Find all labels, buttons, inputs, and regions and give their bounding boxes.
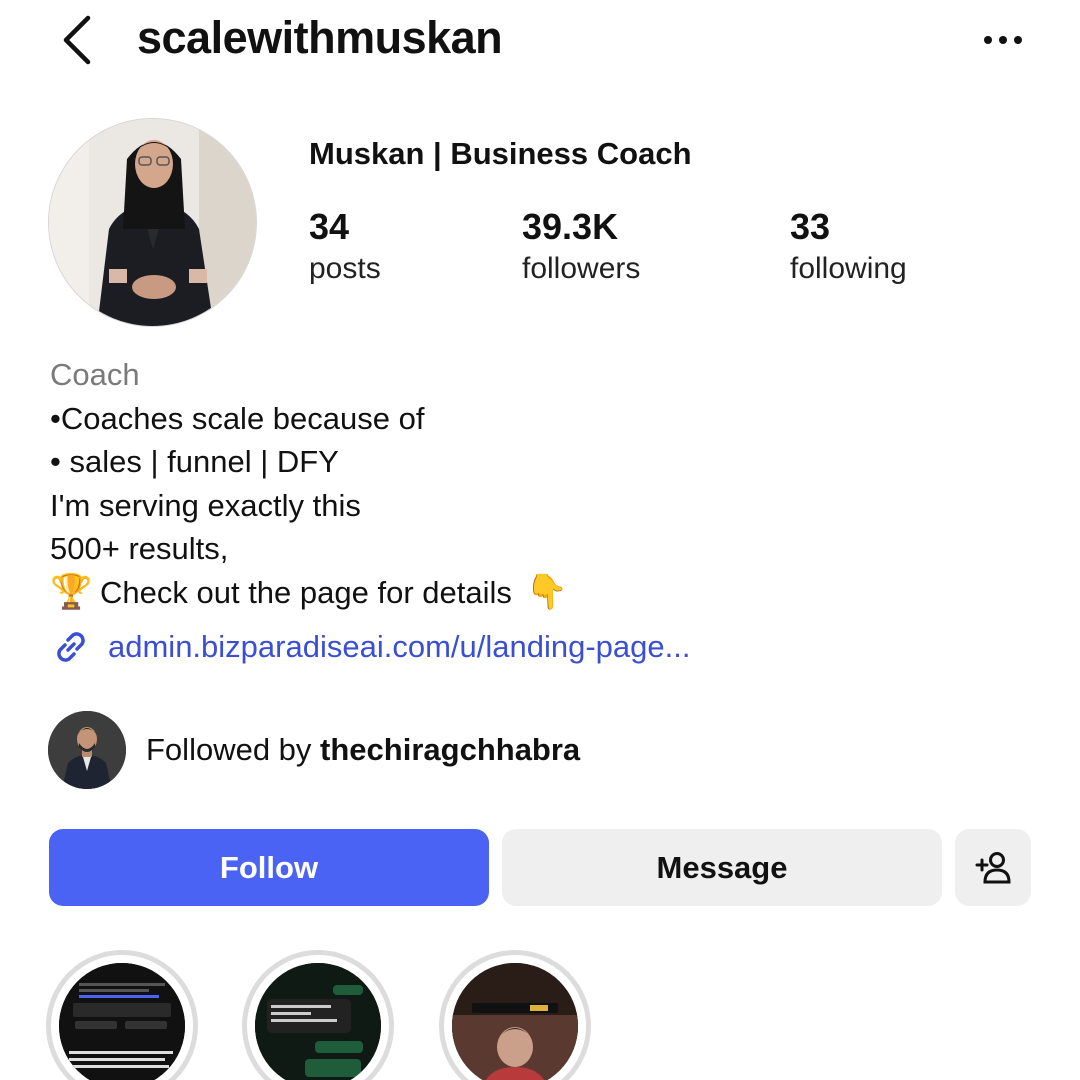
story-highlight[interactable] <box>242 950 394 1080</box>
profile-username: scalewithmuskan <box>137 12 503 63</box>
stat-following[interactable]: 33 following <box>790 205 907 289</box>
link-icon <box>57 632 85 662</box>
profile-avatar[interactable] <box>48 118 257 327</box>
profile-photo <box>49 119 256 326</box>
story-highlight-thumbnail <box>452 963 578 1080</box>
followed-by-username[interactable]: thechiragchhabra <box>320 732 580 767</box>
profile-header: scalewithmuskan <box>0 0 1080 82</box>
followed-by-photo <box>48 711 126 789</box>
highlight-photo-image <box>452 963 578 1080</box>
pointing-down-icon: 👇 <box>525 572 569 611</box>
more-horizontal-icon <box>984 36 1022 44</box>
highlight-screenshot-image <box>59 963 185 1080</box>
stat-followers-count: 39.3K <box>522 206 619 247</box>
story-highlight[interactable] <box>46 950 198 1080</box>
stat-posts-count: 34 <box>309 206 350 247</box>
stat-following-count: 33 <box>790 206 831 247</box>
bio-link-text: admin.bizparadiseai.com/u/landing-page..… <box>108 629 691 664</box>
bio-line: I'm serving exactly this <box>50 487 361 523</box>
trophy-icon: 🏆 <box>50 572 93 611</box>
highlight-chat-image <box>255 963 381 1080</box>
story-highlight-thumbnail <box>59 963 185 1080</box>
followed-by-prefix: Followed by <box>146 732 312 767</box>
back-button[interactable] <box>56 12 100 68</box>
bio-link[interactable]: admin.bizparadiseai.com/u/landing-page..… <box>50 624 690 670</box>
story-highlight[interactable] <box>439 950 591 1080</box>
profile-display-name: Muskan | Business Coach <box>309 136 692 171</box>
bio-category: Coach <box>50 357 140 392</box>
stat-followers[interactable]: 39.3K followers <box>522 205 640 289</box>
chevron-left-icon <box>63 15 91 65</box>
suggested-users-button[interactable] <box>955 829 1031 906</box>
stat-followers-label: followers <box>522 252 641 285</box>
message-button[interactable]: Message <box>502 829 942 906</box>
followed-by-avatar <box>48 711 126 789</box>
follow-button[interactable]: Follow <box>49 829 489 906</box>
bio-cta-text: Check out the page for details <box>100 574 512 610</box>
bio-line: • sales | funnel | DFY <box>50 444 339 479</box>
followed-by[interactable]: Followed by thechiragchhabra <box>48 711 580 789</box>
bio-line: •Coaches scale because of <box>50 400 425 436</box>
stat-posts[interactable]: 34 posts <box>309 205 381 289</box>
bio-line: 500+ results, <box>50 531 229 566</box>
stat-posts-label: posts <box>309 252 381 285</box>
story-highlight-thumbnail <box>255 963 381 1080</box>
more-options-button[interactable] <box>978 20 1028 60</box>
profile-bio: Coach •Coaches scale because of • sales … <box>50 353 568 614</box>
followed-by-text: Followed by thechiragchhabra <box>146 732 580 768</box>
stat-following-label: following <box>790 252 907 285</box>
bio-cta-line: 🏆 Check out the page for details 👇 <box>50 571 568 615</box>
add-user-icon <box>975 851 1011 883</box>
